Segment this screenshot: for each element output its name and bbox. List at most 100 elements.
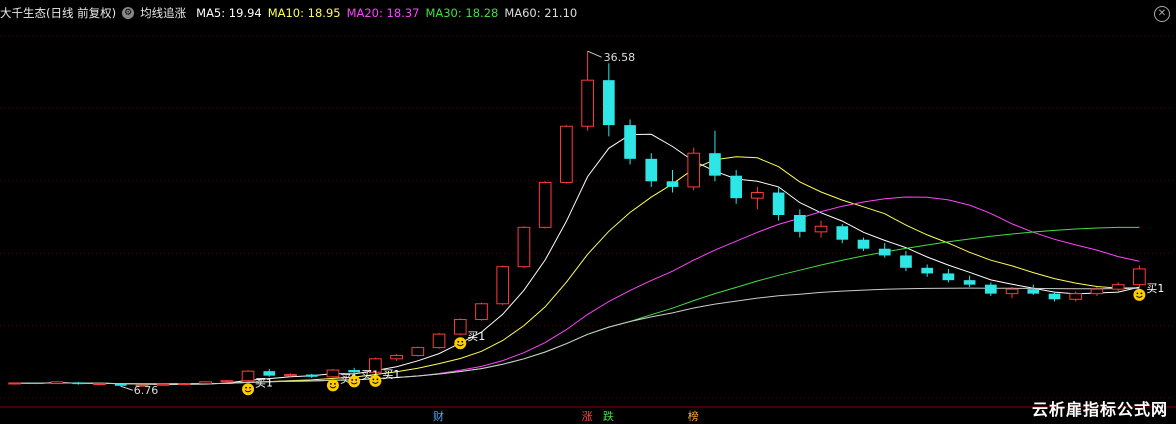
candle-body: [602, 80, 615, 126]
smiley-eye: [457, 340, 460, 343]
smiley-eye: [334, 382, 336, 385]
watermark: 云析扉指标公式网: [1031, 400, 1168, 419]
low-pointer: [120, 385, 133, 391]
settings-icon[interactable]: ⚙: [122, 7, 135, 19]
ma5-line: [14, 133, 1140, 386]
candle-body: [8, 382, 21, 385]
buy-label: 买1: [1146, 282, 1164, 295]
candle-body: [1048, 293, 1061, 300]
candle-body: [878, 248, 891, 256]
candle-body: [390, 354, 403, 360]
smiley-icon: [242, 383, 255, 396]
candle-body: [453, 318, 467, 335]
candle-body: [857, 239, 870, 249]
candle-body: [199, 381, 212, 385]
event-marker: 榜: [688, 409, 699, 423]
candle-body: [793, 215, 806, 232]
candle-body: [50, 381, 64, 385]
candle-body: [645, 158, 658, 182]
candle-body: [772, 192, 785, 215]
candle-body: [538, 181, 552, 228]
candle-body: [730, 175, 743, 199]
candle-body: [921, 267, 934, 274]
candle-body: [900, 255, 912, 268]
ma10-label: MA10: 18.95: [267, 6, 341, 20]
low-label: 6.76: [134, 384, 159, 397]
ma20-line: [14, 196, 1140, 385]
ma60-line: [14, 287, 1140, 385]
candle-body: [326, 369, 340, 378]
candle-body: [241, 370, 255, 382]
ma20-label: MA20: 18.37: [346, 6, 420, 20]
smiley-icon: [369, 374, 382, 387]
smiley-eye: [376, 378, 379, 381]
candle-body: [560, 125, 573, 183]
candle-body: [963, 280, 976, 285]
stock-title[interactable]: 大千生态(日线 前复权): [0, 5, 116, 21]
candle-body: [29, 382, 42, 384]
candle-body: [496, 266, 510, 305]
chart-header: 大千生态(日线 前复权) ⚙ 均线追涨 MA5: 19.94 MA10: 18.…: [0, 4, 583, 22]
buy-label: 买1: [467, 330, 485, 343]
smiley-eye: [249, 386, 251, 389]
candles-layer: [8, 51, 1146, 387]
candle-body: [1111, 284, 1125, 290]
event-marker: 跌: [603, 409, 614, 423]
smiley-eye: [355, 379, 358, 381]
candle-body: [1027, 289, 1040, 294]
candlestick-chart[interactable]: 买1买1买1买1买1买1 36.586.76财涨跌榜: [0, 0, 1176, 424]
ma10-line: [14, 156, 1140, 385]
buy-signals-layer: 买1买1买1买1买1买1: [242, 282, 1164, 396]
ma60-label: MA60: 21.10: [504, 6, 578, 20]
candle-body: [666, 181, 679, 187]
ma5-label: MA5: 19.94: [196, 6, 262, 20]
buy-label: 买1: [255, 376, 273, 389]
smiley-icon: [348, 375, 361, 388]
candle-body: [305, 374, 318, 377]
smiley-icon: [1133, 288, 1146, 301]
ma30-line: [14, 226, 1140, 385]
candle-body: [836, 226, 849, 240]
candle-body: [751, 192, 764, 199]
high-label: 36.58: [604, 51, 636, 64]
event-marker: 财: [433, 409, 444, 423]
smiley-eye: [245, 386, 247, 389]
smiley-eye: [461, 340, 464, 343]
candle-body: [411, 347, 425, 356]
candle-body: [432, 333, 446, 349]
candle-body: [284, 374, 297, 377]
close-icon[interactable]: ✕: [1154, 6, 1170, 22]
smiley-icon: [326, 379, 339, 392]
candle-body: [517, 226, 531, 268]
candle-body: [475, 303, 488, 320]
candle-body: [942, 273, 955, 281]
smiley-eye: [1136, 292, 1139, 295]
candle-body: [1005, 288, 1019, 295]
smiley-eye: [1140, 292, 1143, 295]
candle-body: [624, 125, 636, 159]
candle-body: [581, 79, 594, 127]
candle-body: [1069, 293, 1083, 300]
ma30-label: MA30: 18.28: [425, 6, 499, 20]
candle-body: [178, 383, 191, 386]
event-marker: 涨: [582, 410, 593, 423]
smiley-icon: [454, 337, 467, 350]
moving-average-lines: [14, 133, 1140, 386]
indicator-name[interactable]: 均线追涨: [140, 5, 186, 21]
candle-body: [156, 383, 170, 386]
candle-body: [114, 383, 127, 386]
candle-body: [1090, 288, 1104, 295]
candle-body: [220, 380, 234, 383]
candle-body: [814, 225, 828, 233]
candle-body: [1133, 268, 1146, 286]
smiley-eye: [330, 382, 332, 385]
candle-body: [93, 383, 106, 386]
candle-body: [263, 371, 276, 376]
candle-body: [687, 152, 701, 188]
high-pointer: [587, 50, 602, 58]
buy-label: 买1: [382, 368, 400, 381]
candle-body: [984, 284, 997, 294]
smiley-eye: [372, 378, 375, 381]
candle-body: [72, 382, 85, 385]
smiley-eye: [351, 379, 354, 381]
